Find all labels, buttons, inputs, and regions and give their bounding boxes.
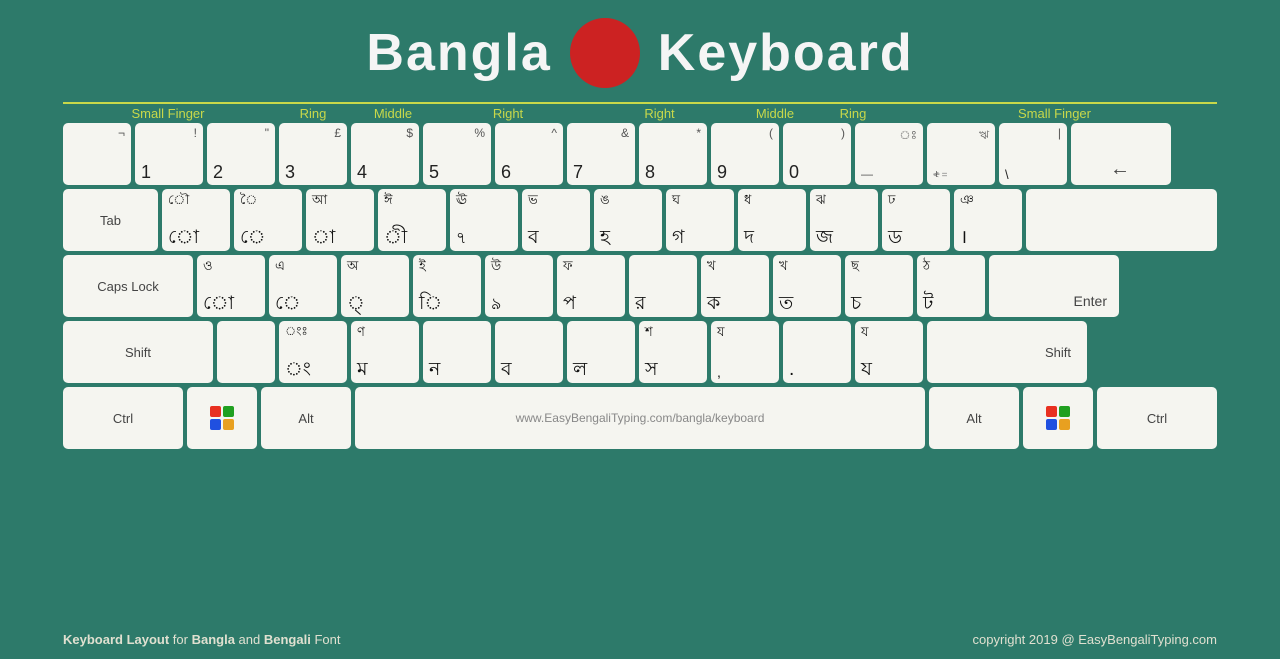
key-k[interactable]: খ ক	[701, 255, 769, 317]
key-period[interactable]: .	[783, 321, 851, 383]
key-w[interactable]: ৈ ে	[234, 189, 302, 251]
key-win-left[interactable]	[187, 387, 257, 449]
key-a[interactable]: ও ো	[197, 255, 265, 317]
finger-right-1: Right	[433, 102, 583, 121]
key-t[interactable]: ঊ ৭	[450, 189, 518, 251]
finger-middle-right: Middle	[736, 102, 814, 121]
finger-ring-right: Ring	[814, 102, 892, 121]
qwerty-row: Tab ৌ ো ৈ ে আ া ঈ ী ঊ ৭ ভ ব ঙ হ	[63, 189, 1217, 251]
key-x[interactable]: ংঃ ং	[279, 321, 347, 383]
key-l[interactable]: খ ত	[773, 255, 841, 317]
key-q[interactable]: ৌ ো	[162, 189, 230, 251]
key-semicolon[interactable]: ছ চ	[845, 255, 913, 317]
key-bracket-right[interactable]: ঞ ।	[954, 189, 1022, 251]
header: Bangla Keyboard	[0, 0, 1280, 98]
finger-small-right: Small Finger	[892, 102, 1217, 121]
key-enter[interactable]: Enter	[989, 255, 1119, 317]
key-8[interactable]: * 8	[639, 123, 707, 185]
footer: Keyboard Layout for Bangla and Bengali F…	[0, 632, 1280, 647]
key-quote[interactable]: ঠ ট	[917, 255, 985, 317]
windows-icon-left	[210, 406, 234, 430]
key-n[interactable]: ল	[567, 321, 635, 383]
key-v[interactable]: ন	[423, 321, 491, 383]
zxcv-row: Shift ংঃ ং ণ ম ন ব ল শ স য ,	[63, 321, 1217, 383]
key-3[interactable]: £ 3	[279, 123, 347, 185]
key-2[interactable]: " 2	[207, 123, 275, 185]
key-o[interactable]: ধ দ	[738, 189, 806, 251]
bottom-row: Ctrl Alt www.EasyBengaliTyping.com/bangl…	[63, 387, 1217, 449]
key-6[interactable]: ^ 6	[495, 123, 563, 185]
key-s[interactable]: এ ে	[269, 255, 337, 317]
key-ctrl-left[interactable]: Ctrl	[63, 387, 183, 449]
title-right: Keyboard	[658, 23, 914, 83]
key-shift-right[interactable]: Shift	[927, 321, 1087, 383]
key-backslash-num[interactable]: | \	[999, 123, 1067, 185]
keyboard: ¬ ‌ ! 1 " 2 £ 3 $ 4 % 5 ^ 6 & 7	[0, 123, 1280, 449]
finger-right-2: Right	[583, 102, 736, 121]
key-tab[interactable]: Tab	[63, 189, 158, 251]
key-equals[interactable]: ঋ + < =	[927, 123, 995, 185]
key-r[interactable]: ঈ ী	[378, 189, 446, 251]
key-d[interactable]: অ ্	[341, 255, 409, 317]
key-enter-top[interactable]	[1026, 189, 1217, 251]
key-backspace[interactable]: ←	[1071, 123, 1171, 185]
finger-labels: Small Finger Ring Middle Right Right Mid…	[0, 102, 1280, 121]
key-y[interactable]: ভ ব	[522, 189, 590, 251]
key-b[interactable]: ব	[495, 321, 563, 383]
number-row: ¬ ‌ ! 1 " 2 £ 3 $ 4 % 5 ^ 6 & 7	[63, 123, 1217, 185]
key-g[interactable]: উ ৯	[485, 255, 553, 317]
key-minus[interactable]: ঃ —	[855, 123, 923, 185]
space-url: www.EasyBengaliTyping.com/bangla/keyboar…	[361, 391, 919, 445]
key-win-right[interactable]	[1023, 387, 1093, 449]
title-left: Bangla	[366, 23, 551, 83]
key-ctrl-right[interactable]: Ctrl	[1097, 387, 1217, 449]
key-backtick[interactable]: ¬ ‌	[63, 123, 131, 185]
key-alt-left[interactable]: Alt	[261, 387, 351, 449]
key-space[interactable]: www.EasyBengaliTyping.com/bangla/keyboar…	[355, 387, 925, 449]
key-bracket-left[interactable]: ঢ ড	[882, 189, 950, 251]
finger-middle-left: Middle	[353, 102, 433, 121]
key-i[interactable]: ঘ গ	[666, 189, 734, 251]
bangladesh-flag	[570, 18, 640, 88]
finger-ring-left: Ring	[273, 102, 353, 121]
key-m[interactable]: শ স	[639, 321, 707, 383]
key-u[interactable]: ঙ হ	[594, 189, 662, 251]
key-p[interactable]: ঝ জ	[810, 189, 878, 251]
key-f[interactable]: ই ি	[413, 255, 481, 317]
key-0[interactable]: ) 0	[783, 123, 851, 185]
key-j[interactable]: র	[629, 255, 697, 317]
key-slash[interactable]: য য	[855, 321, 923, 383]
windows-icon-right	[1046, 406, 1070, 430]
key-c[interactable]: ণ ম	[351, 321, 419, 383]
key-comma[interactable]: য ,	[711, 321, 779, 383]
footer-left: Keyboard Layout for Bangla and Bengali F…	[63, 632, 340, 647]
key-z[interactable]	[217, 321, 275, 383]
key-h[interactable]: ফ প	[557, 255, 625, 317]
key-e[interactable]: আ া	[306, 189, 374, 251]
footer-right: copyright 2019 @ EasyBengaliTyping.com	[973, 632, 1217, 647]
key-7[interactable]: & 7	[567, 123, 635, 185]
finger-small-left: Small Finger	[63, 102, 273, 121]
key-4[interactable]: $ 4	[351, 123, 419, 185]
key-alt-right[interactable]: Alt	[929, 387, 1019, 449]
key-shift-left[interactable]: Shift	[63, 321, 213, 383]
key-5[interactable]: % 5	[423, 123, 491, 185]
asdf-row: Caps Lock ও ো এ ে অ ্ ই ি উ ৯ ফ প র	[63, 255, 1217, 317]
key-1[interactable]: ! 1	[135, 123, 203, 185]
key-9[interactable]: ( 9	[711, 123, 779, 185]
key-caps-lock[interactable]: Caps Lock	[63, 255, 193, 317]
